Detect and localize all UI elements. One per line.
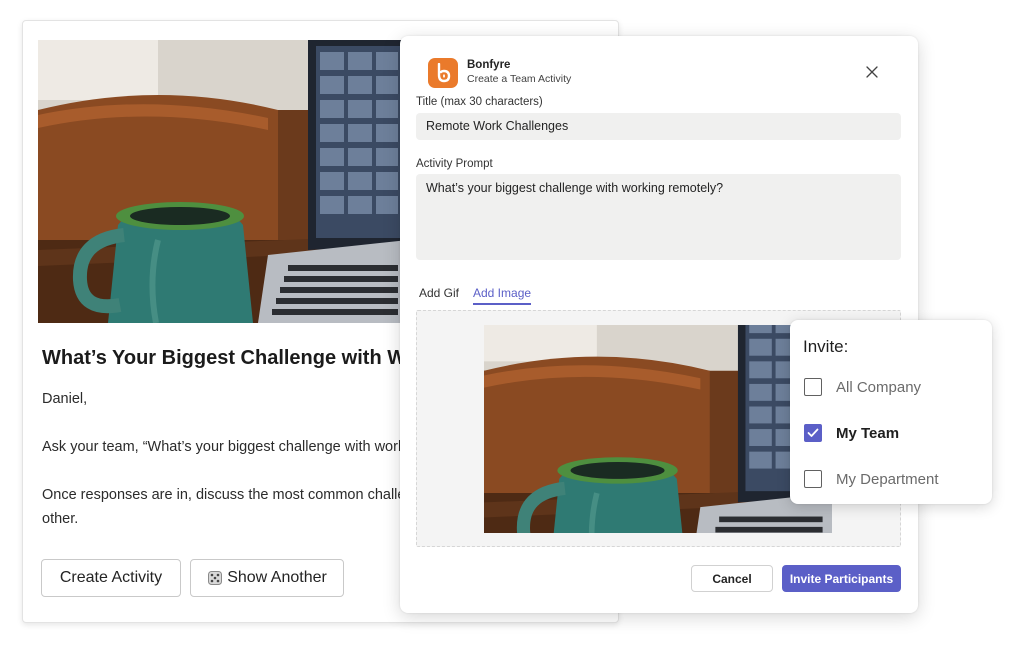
- option-label: My Team: [836, 424, 900, 442]
- checkbox[interactable]: [804, 470, 822, 488]
- app-subtitle: Create a Team Activity: [467, 73, 572, 85]
- title-input[interactable]: Remote Work Challenges: [416, 113, 901, 140]
- create-activity-button[interactable]: Create Activity: [41, 559, 181, 597]
- prompt-label: Activity Prompt: [416, 158, 493, 170]
- close-icon[interactable]: [864, 64, 880, 80]
- invite-option-my-team[interactable]: My Team: [804, 422, 899, 444]
- checkmark-icon: [807, 428, 819, 437]
- option-label: All Company: [836, 378, 922, 396]
- hero-image: [38, 40, 408, 323]
- invite-option-all-company[interactable]: All Company: [804, 376, 921, 398]
- invite-title: Invite:: [803, 337, 849, 356]
- app-name: Bonfyre: [467, 59, 511, 71]
- invite-option-my-department[interactable]: My Department: [804, 468, 939, 490]
- title-label: Title (max 30 characters): [416, 96, 543, 108]
- tab-add-image[interactable]: Add Image: [473, 286, 532, 305]
- image-preview: [484, 325, 832, 533]
- option-label: My Department: [836, 470, 939, 488]
- dice-icon: [208, 571, 223, 585]
- checkbox[interactable]: [804, 378, 822, 396]
- invite-popover: Invite: All Company My Team My Departmen…: [790, 320, 992, 504]
- prompt-textarea[interactable]: What’s your biggest challenge with worki…: [416, 174, 901, 260]
- cancel-button[interactable]: Cancel: [691, 565, 773, 592]
- checkbox[interactable]: [804, 424, 822, 442]
- show-another-button[interactable]: Show Another: [190, 559, 344, 597]
- tab-add-gif[interactable]: Add Gif: [419, 286, 459, 303]
- bonfyre-logo-icon: [428, 58, 458, 88]
- invite-participants-button[interactable]: Invite Participants: [782, 565, 901, 592]
- show-another-label: Show Another: [227, 569, 327, 586]
